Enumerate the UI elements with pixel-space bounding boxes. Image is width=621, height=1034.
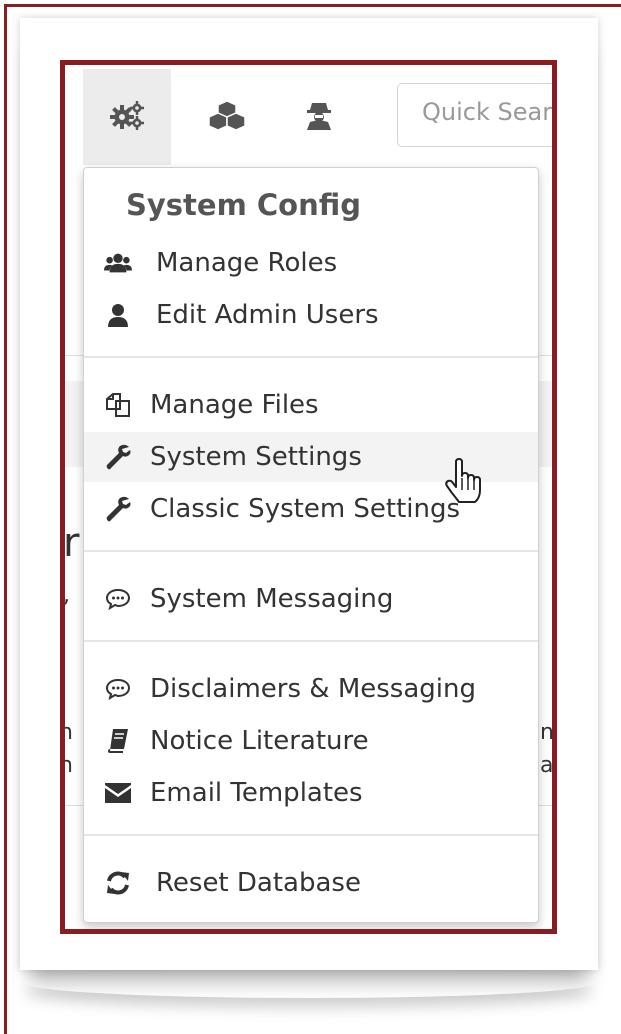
system-config-button[interactable] bbox=[83, 69, 171, 165]
bg-partial-text: n bbox=[60, 753, 73, 778]
menu-item-label: Manage Files bbox=[150, 390, 319, 420]
menu-item-label: Email Templates bbox=[150, 778, 363, 808]
bg-partial-text: n bbox=[60, 720, 73, 745]
menu-divider bbox=[84, 640, 538, 642]
menu-item-disclaimers-messaging[interactable]: Disclaimers & Messaging bbox=[84, 664, 538, 714]
menu-divider bbox=[84, 550, 538, 552]
comment-icon bbox=[104, 675, 132, 703]
comment-icon bbox=[104, 585, 132, 613]
user-secret-icon bbox=[306, 100, 332, 134]
menu-item-reset-database[interactable]: Reset Database bbox=[84, 858, 538, 908]
menu-item-label: System Settings bbox=[150, 442, 362, 472]
card-shadow bbox=[24, 968, 594, 998]
menu-item-label: Notice Literature bbox=[150, 726, 369, 756]
envelope-icon bbox=[104, 779, 132, 807]
menu-item-label: System Messaging bbox=[150, 584, 394, 614]
menu-item-notice-literature[interactable]: Notice Literature bbox=[84, 716, 538, 766]
system-config-dropdown: System Config Manage Roles Edit Admin Us… bbox=[83, 167, 539, 923]
user-icon bbox=[104, 301, 132, 329]
menu-item-label: Disclaimers & Messaging bbox=[150, 674, 476, 704]
menu-header: System Config bbox=[126, 188, 362, 222]
wrench-icon bbox=[104, 495, 132, 523]
bg-partial-text: n bbox=[540, 720, 554, 745]
quick-search-input[interactable]: Quick Search bbox=[397, 83, 552, 147]
wrench-icon bbox=[104, 443, 132, 471]
menu-item-edit-admin-users[interactable]: Edit Admin Users bbox=[84, 290, 538, 340]
bg-partial-text: a bbox=[540, 753, 554, 778]
menu-item-label: Reset Database bbox=[156, 868, 361, 898]
menu-item-label: Classic System Settings bbox=[150, 494, 461, 524]
files-icon bbox=[104, 391, 132, 419]
menu-item-email-templates[interactable]: Email Templates bbox=[84, 768, 538, 818]
top-toolbar: Quick Search bbox=[65, 65, 552, 165]
menu-item-label: Edit Admin Users bbox=[156, 300, 379, 330]
bg-partial-text: , bbox=[63, 583, 70, 608]
gears-icon bbox=[109, 100, 145, 134]
menu-item-system-messaging[interactable]: System Messaging bbox=[84, 574, 538, 624]
menu-item-manage-files[interactable]: Manage Files bbox=[84, 380, 538, 430]
modules-button[interactable] bbox=[183, 69, 271, 165]
hand-cursor-icon bbox=[444, 458, 484, 508]
menu-divider bbox=[84, 834, 538, 836]
refresh-icon bbox=[104, 869, 132, 897]
menu-divider bbox=[84, 356, 538, 358]
menu-item-label: Manage Roles bbox=[156, 248, 338, 278]
book-icon bbox=[104, 727, 132, 755]
admin-button[interactable] bbox=[275, 69, 363, 165]
users-icon bbox=[104, 249, 132, 277]
bg-partial-text: r bbox=[63, 520, 80, 566]
highlight-box: r , n n n a Quick Sear System Config Man… bbox=[60, 60, 557, 934]
menu-item-manage-roles[interactable]: Manage Roles bbox=[84, 238, 538, 288]
cubes-icon bbox=[208, 100, 246, 134]
